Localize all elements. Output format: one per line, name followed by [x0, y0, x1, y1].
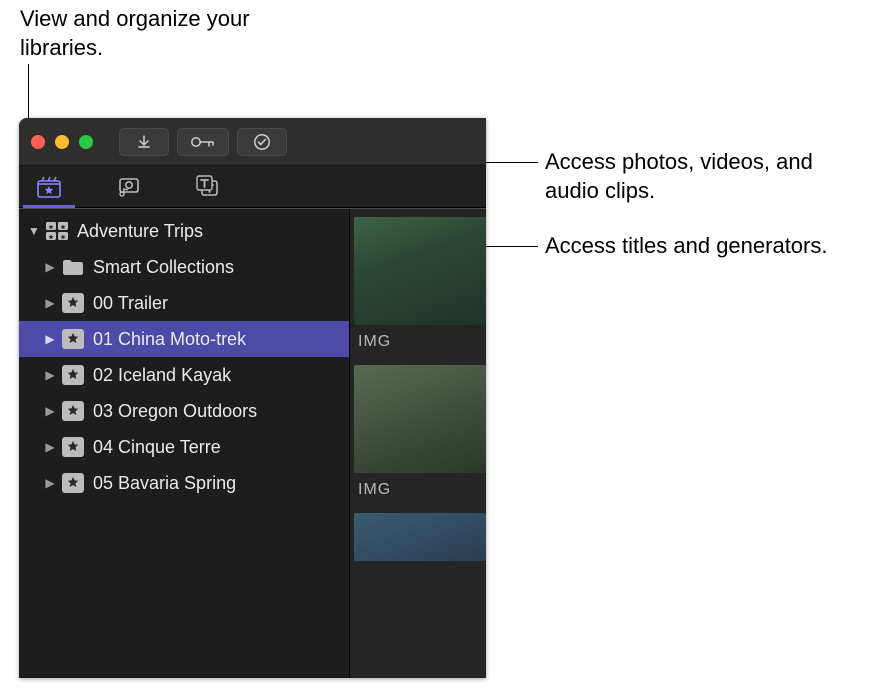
folder-icon	[61, 256, 85, 278]
zoom-window-button[interactable]	[79, 135, 93, 149]
callout-libraries: View and organize your libraries.	[20, 5, 260, 62]
item-label: 03 Oregon Outdoors	[93, 401, 257, 422]
library-browser: ▼ Adventure Trips	[19, 208, 486, 678]
import-button[interactable]	[119, 128, 169, 156]
library-name: Adventure Trips	[77, 221, 203, 242]
disclosure-triangle-icon[interactable]: ▶	[41, 368, 59, 382]
library-tree: ▼ Adventure Trips	[19, 209, 349, 678]
titles-generators-tab[interactable]	[189, 167, 229, 207]
disclosure-triangle-icon[interactable]: ▶	[41, 440, 59, 454]
item-label: Smart Collections	[93, 257, 234, 278]
titlebar	[19, 118, 486, 166]
sidebar-item-event[interactable]: ▶ 05 Bavaria Spring	[19, 465, 349, 501]
callout-titles: Access titles and generators.	[545, 232, 845, 261]
event-star-icon	[61, 292, 85, 314]
disclosure-triangle-icon[interactable]: ▶	[41, 476, 59, 490]
camera-music-icon	[116, 175, 142, 199]
item-label: 04 Cinque Terre	[93, 437, 221, 458]
libraries-tab[interactable]	[29, 167, 69, 207]
photos-audio-tab[interactable]	[109, 167, 149, 207]
clip-thumbnail[interactable]	[354, 217, 486, 325]
event-star-icon	[61, 436, 85, 458]
event-star-icon	[61, 400, 85, 422]
clip-label: IMG	[358, 333, 486, 351]
background-tasks-button[interactable]	[237, 128, 287, 156]
title-t-icon	[196, 175, 222, 199]
sidebar-item-event[interactable]: ▶ 00 Trailer	[19, 285, 349, 321]
sidebar-item-event[interactable]: ▶ 02 Iceland Kayak	[19, 357, 349, 393]
disclosure-triangle-icon[interactable]: ▶	[41, 296, 59, 310]
item-label: 00 Trailer	[93, 293, 168, 314]
clip-thumbnail[interactable]	[354, 365, 486, 473]
event-star-icon	[61, 364, 85, 386]
close-window-button[interactable]	[31, 135, 45, 149]
sidebar-item-event[interactable]: ▶ 03 Oregon Outdoors	[19, 393, 349, 429]
checkmark-circle-icon	[253, 133, 271, 151]
disclosure-triangle-icon[interactable]: ▶	[41, 404, 59, 418]
sidebar-tabbar	[19, 166, 486, 208]
window-controls	[31, 135, 93, 149]
minimize-window-button[interactable]	[55, 135, 69, 149]
sidebar-item-smart-collections[interactable]: ▶ Smart Collections	[19, 249, 349, 285]
key-icon	[190, 135, 216, 149]
download-arrow-icon	[136, 134, 152, 150]
sidebar-item-event[interactable]: ▶ 04 Cinque Terre	[19, 429, 349, 465]
clapperboard-star-icon	[36, 175, 62, 199]
clip-label: IMG	[358, 481, 486, 499]
sidebar-item-event[interactable]: ▶ 01 China Moto-trek	[19, 321, 349, 357]
event-star-icon	[61, 328, 85, 350]
item-label: 05 Bavaria Spring	[93, 473, 236, 494]
callout-media: Access photos, videos, and audio clips.	[545, 148, 845, 205]
app-window: ▼ Adventure Trips	[19, 118, 486, 678]
item-label: 01 China Moto-trek	[93, 329, 246, 350]
library-icon	[45, 220, 69, 242]
clip-thumbnail[interactable]	[354, 513, 486, 561]
disclosure-triangle-icon[interactable]: ▶	[41, 332, 59, 346]
clip-thumbnails: IMG IMG	[349, 209, 486, 678]
keyword-editor-button[interactable]	[177, 128, 229, 156]
event-star-icon	[61, 472, 85, 494]
disclosure-triangle-icon[interactable]: ▼	[25, 224, 43, 238]
disclosure-triangle-icon[interactable]: ▶	[41, 260, 59, 274]
library-root[interactable]: ▼ Adventure Trips	[19, 213, 349, 249]
item-label: 02 Iceland Kayak	[93, 365, 231, 386]
